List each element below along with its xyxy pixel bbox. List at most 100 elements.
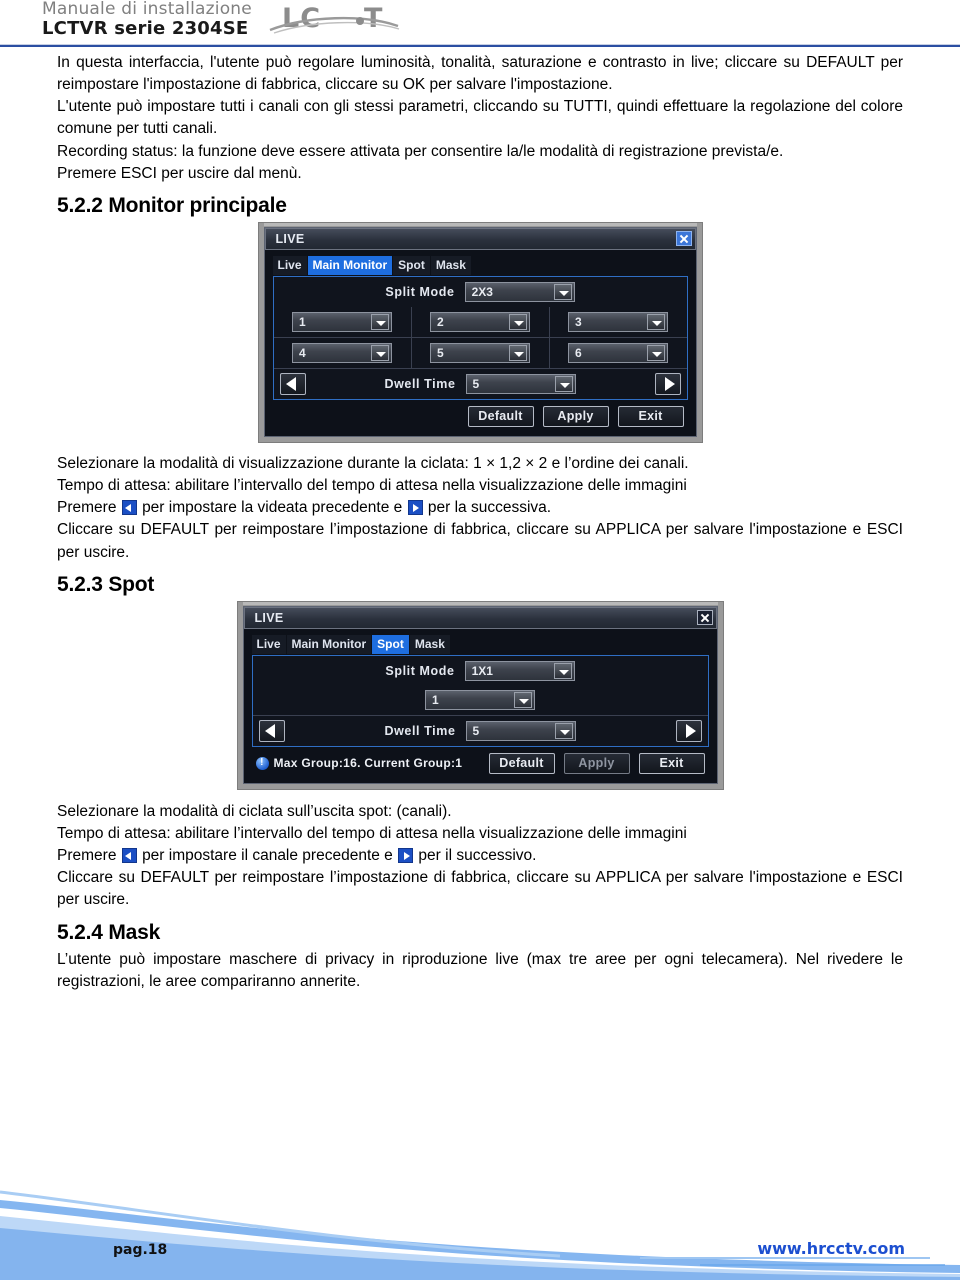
- exit-button[interactable]: Exit: [638, 752, 705, 774]
- page-number: pag.18: [113, 1242, 168, 1258]
- chevron-down-icon: [514, 692, 532, 709]
- spot-desc-3: Premere per impostare il canale preceden…: [57, 845, 903, 867]
- tab-mask[interactable]: Mask: [430, 255, 471, 275]
- close-icon[interactable]: [675, 231, 692, 247]
- dialog-body: Live Main Monitor Spot Mask Split Mode 1…: [243, 628, 717, 783]
- split-mode-row: Split Mode 1X1: [253, 656, 708, 686]
- spot-desc-4: Cliccare su DEFAULT per reimpostare l’im…: [57, 869, 903, 909]
- split-mode-select[interactable]: 2X3: [464, 281, 575, 302]
- tab-live[interactable]: Live: [251, 634, 286, 654]
- mask-desc: L’utente può impostare maschere di priva…: [57, 950, 903, 990]
- tab-spot[interactable]: Spot: [372, 634, 409, 654]
- dwell-time-label: Dwell Time: [384, 723, 456, 738]
- dwell-time-value: 5: [472, 376, 480, 391]
- channel-value-2: 2: [437, 314, 444, 329]
- arrow-left-icon: [121, 848, 137, 864]
- next-channel-button[interactable]: [675, 719, 702, 742]
- tab-spot[interactable]: Spot: [393, 255, 430, 275]
- channel-row: 1: [252, 686, 708, 716]
- channel-value-5: 5: [437, 345, 444, 360]
- intro-paragraph-3: Recording status: la funzione deve esser…: [57, 142, 784, 160]
- split-mode-row: Split Mode 2X3: [274, 277, 687, 307]
- group-status-text: Max Group:16. Current Group:1: [273, 756, 463, 771]
- tab-main-monitor[interactable]: Main Monitor: [307, 255, 393, 275]
- tab-main-monitor[interactable]: Main Monitor: [286, 634, 372, 654]
- channel-select-1[interactable]: 1: [425, 690, 535, 711]
- main-monitor-desc-3-b: per impostare la videata precedente e: [142, 499, 403, 517]
- channel-grid-top: 1 2 3: [274, 306, 687, 337]
- arrow-right-icon: [407, 500, 423, 516]
- split-mode-select[interactable]: 1X1: [464, 660, 575, 681]
- dwell-time-row: Dwell Time 5: [253, 716, 708, 746]
- channel-value-1: 1: [432, 693, 439, 708]
- default-button[interactable]: Default: [488, 752, 555, 774]
- channel-select-2[interactable]: 2: [430, 311, 530, 332]
- main-monitor-desc-3: Premere per impostare la videata precede…: [57, 497, 903, 519]
- dialog-tabs: Live Main Monitor Spot Mask: [272, 255, 688, 275]
- heading-spot: 5.2.3 Spot: [57, 572, 155, 596]
- channel-select-4[interactable]: 4: [292, 342, 392, 363]
- dialog-body: Live Main Monitor Spot Mask Split Mode 2…: [264, 249, 696, 436]
- previous-channel-button[interactable]: [258, 719, 285, 742]
- dwell-time-row: Dwell Time 5: [274, 369, 687, 399]
- dialog-title: LIVE: [275, 231, 305, 246]
- dwell-time-select[interactable]: 5: [465, 720, 576, 741]
- main-monitor-desc-2: Tempo di attesa: abilitare l’intervallo …: [57, 477, 687, 495]
- spot-desc-3-c: per il successivo.: [418, 847, 537, 865]
- chevron-down-icon: [371, 344, 389, 361]
- dialog-tabs: Live Main Monitor Spot Mask: [251, 634, 709, 654]
- group-status: Max Group:16. Current Group:1: [255, 756, 463, 771]
- channel-cell-1: 1: [274, 306, 412, 337]
- channel-grid-bottom: 4 5 6: [274, 337, 687, 368]
- settings-panel: Split Mode 2X3 1 2 3 4 5 6 Dwell Time 5: [272, 275, 688, 400]
- arrow-right-icon: [398, 848, 414, 864]
- previous-page-button[interactable]: [279, 372, 306, 395]
- channel-select-6[interactable]: 6: [568, 342, 668, 363]
- close-icon[interactable]: [696, 610, 713, 626]
- channel-value-4: 4: [299, 345, 306, 360]
- channel-value-1: 1: [299, 314, 306, 329]
- dialog-titlebar: LIVE: [243, 606, 717, 629]
- chevron-down-icon: [553, 283, 572, 300]
- apply-button[interactable]: Apply: [542, 405, 609, 427]
- model-title: LCTVR serie 2304SE: [42, 17, 249, 39]
- spot-desc-1: Selezionare la modalità di ciclata sull’…: [57, 802, 452, 820]
- chevron-down-icon: [509, 313, 527, 330]
- arrow-left-icon: [121, 500, 137, 516]
- channel-select-1[interactable]: 1: [292, 311, 392, 332]
- channel-value-3: 3: [575, 314, 582, 329]
- channel-select-5[interactable]: 5: [430, 342, 530, 363]
- page-footer: pag.18 www.hrcctv.com: [0, 1170, 960, 1280]
- header-titles: Manuale di installazione LCTVR serie 230…: [42, 0, 252, 39]
- dvr-inner-frame: LIVE Live Main Monitor Spot Mask Split M…: [263, 226, 697, 437]
- default-button[interactable]: Default: [467, 405, 534, 427]
- spot-screenshot-wrap: LIVE Live Main Monitor Spot Mask Split M…: [57, 600, 903, 790]
- spot-desc-3-b: per impostare il canale precedente e: [142, 847, 393, 865]
- main-monitor-screenshot-wrap: LIVE Live Main Monitor Spot Mask Split M…: [57, 221, 903, 443]
- next-page-button[interactable]: [654, 372, 681, 395]
- intro-paragraph-2: L'utente può impostare tutti i canali co…: [57, 98, 903, 138]
- dvr-inner-frame: LIVE Live Main Monitor Spot Mask Split M…: [242, 605, 718, 784]
- chevron-down-icon: [509, 344, 527, 361]
- split-mode-value: 2X3: [471, 284, 493, 299]
- main-monitor-desc-4: Cliccare su DEFAULT per reimpostare l’im…: [57, 521, 903, 561]
- chevron-down-icon: [554, 722, 573, 739]
- channel-row-bottom: 4 5 6: [273, 337, 687, 369]
- exit-button[interactable]: Exit: [617, 405, 684, 427]
- chevron-down-icon: [371, 313, 389, 330]
- tab-live[interactable]: Live: [272, 255, 307, 275]
- dvr-dialog-spot: LIVE Live Main Monitor Spot Mask Split M…: [236, 600, 724, 790]
- footer-buttons: Default Apply Exit: [488, 752, 705, 774]
- channel-select-3[interactable]: 3: [568, 311, 668, 332]
- lct-logo-icon: LC T: [268, 2, 402, 38]
- dwell-time-label: Dwell Time: [384, 376, 456, 391]
- main-monitor-desc-3-c: per la successiva.: [427, 499, 552, 517]
- tab-mask[interactable]: Mask: [409, 634, 450, 654]
- dialog-title: LIVE: [254, 610, 284, 625]
- website-url: www.hrcctv.com: [757, 1239, 905, 1258]
- main-monitor-desc-1: Selezionare la modalità di visualizzazio…: [57, 454, 689, 472]
- dwell-time-group: Dwell Time 5: [285, 720, 676, 741]
- apply-button[interactable]: Apply: [563, 752, 630, 774]
- header-divider: [0, 44, 960, 47]
- dwell-time-select[interactable]: 5: [465, 373, 576, 394]
